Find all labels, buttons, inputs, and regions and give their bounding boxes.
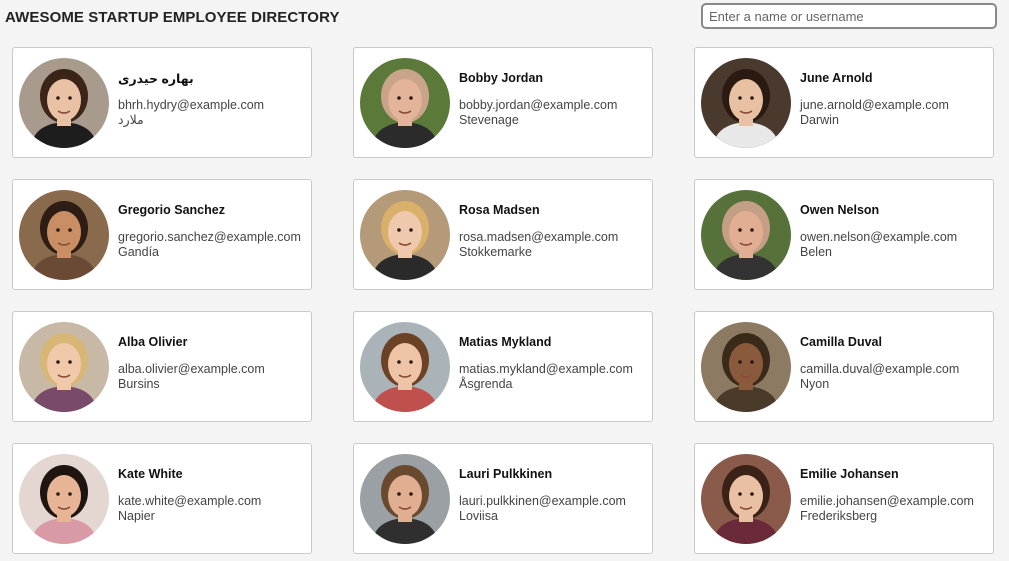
employee-name: Alba Olivier — [118, 335, 188, 349]
employee-email: camilla.duval@example.com — [800, 362, 960, 376]
employee-card[interactable]: Emilie Johansen emilie.johansen@example.c… — [694, 443, 994, 554]
employee-card[interactable]: بهاره حیدری bhrh.hydry@example.com ملارد — [12, 47, 312, 158]
employee-card[interactable]: Lauri Pulkkinen lauri.pulkkinen@example.c… — [353, 443, 653, 554]
employee-email: june.arnold@example.com — [800, 98, 949, 112]
avatar — [701, 190, 791, 280]
employee-name: June Arnold — [800, 71, 873, 85]
page-title: AWESOME STARTUP EMPLOYEE DIRECTORY — [5, 9, 340, 26]
search-input[interactable] — [701, 3, 997, 29]
employee-info: Camilla Duval camilla.duval@example.com Ny… — [800, 335, 990, 392]
employee-card[interactable]: Matias Mykland matias.mykland@example.com… — [353, 311, 653, 422]
employee-card[interactable]: Alba Olivier alba.olivier@example.com Burs… — [12, 311, 312, 422]
employee-name: Rosa Madsen — [459, 203, 540, 217]
employee-email: bobby.jordan@example.com — [459, 98, 618, 112]
employee-info: Owen Nelson owen.nelson@example.com Belen — [800, 203, 990, 260]
avatar — [360, 322, 450, 412]
avatar — [19, 190, 109, 280]
avatar — [360, 454, 450, 544]
employee-city: Gandía — [118, 245, 160, 259]
employee-email: matias.mykland@example.com — [459, 362, 633, 376]
employee-info: Matias Mykland matias.mykland@example.com… — [459, 335, 649, 392]
employee-city: Frederiksberg — [800, 509, 878, 523]
employee-card[interactable]: Owen Nelson owen.nelson@example.com Belen — [694, 179, 994, 290]
employee-email: emilie.johansen@example.com — [800, 494, 974, 508]
employee-city: Bursins — [118, 377, 160, 391]
employee-card[interactable]: June Arnold june.arnold@example.com Darwin — [694, 47, 994, 158]
employee-city: Åsgrenda — [459, 377, 513, 391]
employee-name: Camilla Duval — [800, 335, 882, 349]
employee-info: Emilie Johansen emilie.johansen@example.c… — [800, 467, 990, 524]
employee-email: lauri.pulkkinen@example.com — [459, 494, 626, 508]
avatar — [19, 58, 109, 148]
employee-info: Bobby Jordan bobby.jordan@example.com Stev… — [459, 71, 649, 128]
employee-email: bhrh.hydry@example.com — [118, 98, 265, 112]
employee-city: Nyon — [800, 377, 830, 391]
employee-city: ملارد — [118, 113, 144, 127]
employee-card[interactable]: Camilla Duval camilla.duval@example.com Ny… — [694, 311, 994, 422]
employee-card[interactable]: Rosa Madsen rosa.madsen@example.com Stokke… — [353, 179, 653, 290]
employee-city: Stevenage — [459, 113, 519, 127]
employee-card[interactable]: Gregorio Sanchez gregorio.sanchez@example… — [12, 179, 312, 290]
employee-city: Belen — [800, 245, 832, 259]
avatar — [701, 322, 791, 412]
page-header: AWESOME STARTUP EMPLOYEE DIRECTORY — [0, 0, 1009, 36]
avatar — [360, 190, 450, 280]
employee-name: Lauri Pulkkinen — [459, 467, 553, 481]
avatar — [19, 454, 109, 544]
employee-city: Napier — [118, 509, 155, 523]
employee-name: Gregorio Sanchez — [118, 203, 225, 217]
employee-email: kate.white@example.com — [118, 494, 262, 508]
employee-card[interactable]: Kate White kate.white@example.com Napier — [12, 443, 312, 554]
avatar — [19, 322, 109, 412]
employee-email: gregorio.sanchez@example.com — [118, 230, 301, 244]
employee-info: Rosa Madsen rosa.madsen@example.com Stokke… — [459, 203, 649, 260]
avatar — [701, 58, 791, 148]
employee-city: Loviisa — [459, 509, 498, 523]
employee-city: Darwin — [800, 113, 839, 127]
employee-name: بهاره حیدری — [118, 72, 194, 86]
employee-info: Lauri Pulkkinen lauri.pulkkinen@example.c… — [459, 467, 649, 524]
employee-name: Emilie Johansen — [800, 467, 899, 481]
employee-info: Gregorio Sanchez gregorio.sanchez@example… — [118, 203, 308, 260]
employee-email: owen.nelson@example.com — [800, 230, 958, 244]
employee-name: Bobby Jordan — [459, 71, 544, 85]
avatar — [701, 454, 791, 544]
employee-name: Owen Nelson — [800, 203, 880, 217]
employee-name: Matias Mykland — [459, 335, 552, 349]
employee-card[interactable]: Bobby Jordan bobby.jordan@example.com Stev… — [353, 47, 653, 158]
employee-info: Kate White kate.white@example.com Napier — [118, 467, 308, 524]
employee-name: Kate White — [118, 467, 183, 481]
employee-city: Stokkemarke — [459, 245, 532, 259]
employee-email: alba.olivier@example.com — [118, 362, 265, 376]
employee-info: Alba Olivier alba.olivier@example.com Burs… — [118, 335, 308, 392]
avatar — [360, 58, 450, 148]
employee-email: rosa.madsen@example.com — [459, 230, 619, 244]
employee-info: June Arnold june.arnold@example.com Darwin — [800, 71, 990, 128]
employee-info: بهاره حیدری bhrh.hydry@example.com ملارد — [118, 71, 308, 128]
